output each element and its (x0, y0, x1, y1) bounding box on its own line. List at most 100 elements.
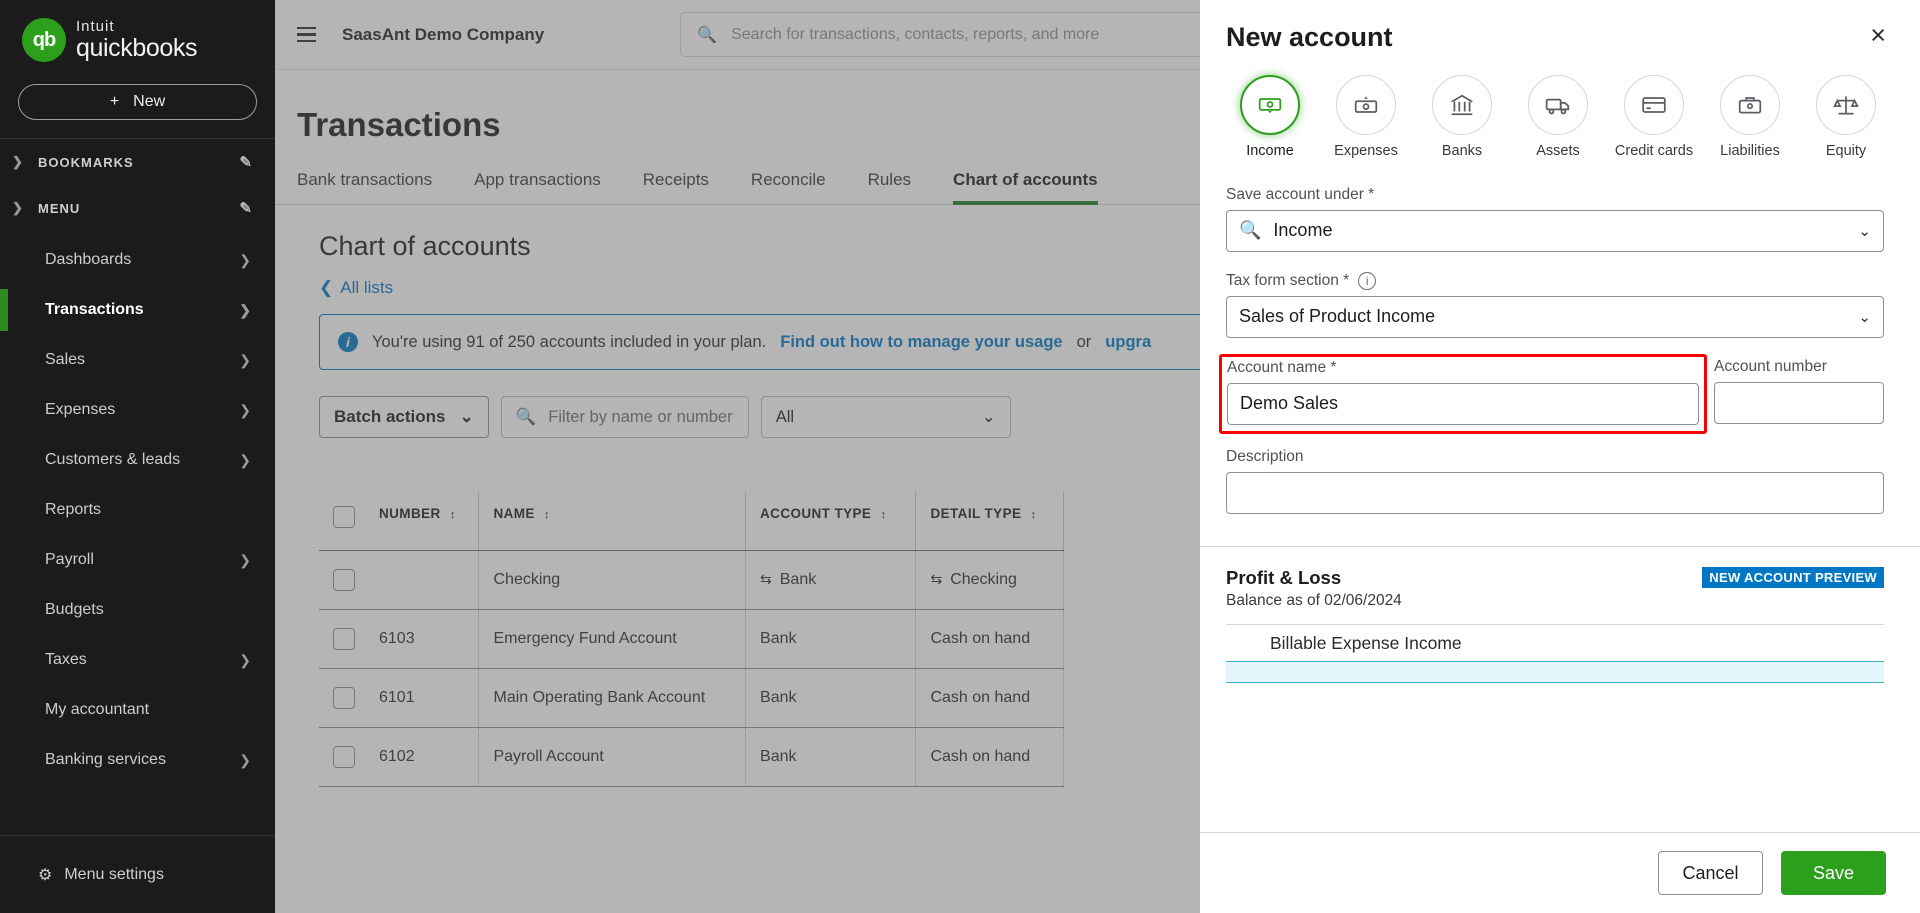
account-filter-select[interactable]: All ⌄ (760, 396, 1011, 438)
tab-receipts[interactable]: Receipts (643, 170, 709, 204)
profit-loss-preview: Profit & Loss Balance as of 02/06/2024 N… (1200, 545, 1920, 832)
tab-app-transactions[interactable]: App transactions (474, 170, 601, 204)
account-number-input[interactable] (1714, 381, 1884, 424)
save-account-under-input[interactable]: 🔍 Income ⌄ (1226, 209, 1884, 252)
sidebar-item-label: Budgets (45, 601, 104, 618)
sidebar-item-expenses[interactable]: Expenses ❯ (0, 385, 275, 435)
chevron-down-icon[interactable]: ⌄ (1858, 222, 1871, 240)
table-row[interactable]: 6103 Emergency Fund Account Bank Cash on… (319, 609, 1064, 669)
account-name-label: Account name * (1227, 358, 1337, 376)
account-type-assets[interactable]: Assets (1514, 75, 1602, 160)
all-lists-link[interactable]: ❮ All lists (319, 278, 393, 298)
col-detail-type-label: DETAIL TYPE (930, 506, 1022, 521)
table-row[interactable]: 6102 Payroll Account Bank Cash on hand (319, 727, 1064, 787)
table-header-row: NUMBER ↕ NAME ↕ ACCOUNT TYPE ↕ DETAIL TY… (319, 492, 1064, 551)
tax-form-section-group: Tax form section * i Sales of Product In… (1226, 271, 1884, 338)
chart-of-accounts-table: NUMBER ↕ NAME ↕ ACCOUNT TYPE ↕ DETAIL TY… (319, 492, 1064, 787)
sidebar-section-bookmarks[interactable]: ❯ BOOKMARKS ✎ (0, 139, 275, 185)
account-name-input[interactable]: Demo Sales (1227, 382, 1699, 425)
edit-bookmarks-pencil-icon[interactable]: ✎ (239, 153, 253, 171)
new-account-highlight-row (1226, 661, 1884, 684)
row-checkbox[interactable] (333, 746, 355, 768)
cell-account-type-label: Bank (779, 571, 817, 588)
account-type-credit-cards[interactable]: Credit cards (1610, 75, 1698, 160)
chevron-down-icon[interactable]: ⌄ (1858, 308, 1871, 326)
profit-loss-header: Profit & Loss Balance as of 02/06/2024 N… (1226, 566, 1884, 610)
batch-actions-button[interactable]: Batch actions ⌄ (319, 396, 489, 438)
bank-building-icon (1432, 75, 1492, 135)
account-type-banks[interactable]: Banks (1418, 75, 1506, 160)
sidebar-item-label: Payroll (45, 551, 94, 568)
expenses-bill-icon (1336, 75, 1396, 135)
save-button[interactable]: Save (1781, 851, 1886, 895)
batch-actions-label: Batch actions (334, 407, 446, 426)
cell-account-type: ⇆ Bank (745, 550, 917, 610)
account-type-label: Income (1246, 143, 1294, 159)
cell-detail-type: Cash on hand (915, 727, 1064, 787)
account-type-label: Liabilities (1720, 143, 1780, 159)
row-checkbox[interactable] (333, 687, 355, 709)
search-icon: 🔍 (1239, 220, 1262, 241)
table-row[interactable]: Checking ⇆ Bank ⇆ Checking (319, 550, 1064, 610)
sidebar-item-banking-services[interactable]: Banking services ❯ (0, 735, 275, 785)
row-select-cell (319, 668, 365, 728)
upgrade-link[interactable]: upgra (1105, 333, 1151, 352)
account-type-equity[interactable]: Equity (1802, 75, 1890, 160)
cell-account-type: Bank (745, 727, 917, 787)
col-name[interactable]: NAME ↕ (478, 492, 747, 551)
tab-chart-of-accounts[interactable]: Chart of accounts (953, 170, 1098, 205)
usage-banner-middle: or (1076, 332, 1092, 351)
cancel-button[interactable]: Cancel (1658, 851, 1763, 895)
profit-loss-title: Profit & Loss (1226, 566, 1342, 588)
sidebar-item-dashboards[interactable]: Dashboards ❯ (0, 235, 275, 285)
cell-name: Payroll Account (478, 727, 747, 787)
sidebar-item-label: Customers & leads (45, 451, 181, 468)
tab-bank-transactions[interactable]: Bank transactions (297, 170, 432, 204)
sidebar-item-payroll[interactable]: Payroll ❯ (0, 535, 275, 585)
sidebar-item-label: My accountant (45, 701, 150, 718)
row-checkbox[interactable] (333, 628, 355, 650)
sidebar-item-sales[interactable]: Sales ❯ (0, 335, 275, 385)
col-account-type[interactable]: ACCOUNT TYPE ↕ (745, 492, 917, 551)
account-type-income[interactable]: Income (1226, 75, 1314, 160)
col-detail-type[interactable]: DETAIL TYPE ↕ (915, 492, 1064, 551)
table-row[interactable]: 6101 Main Operating Bank Account Bank Ca… (319, 668, 1064, 728)
new-button[interactable]: + New (18, 84, 257, 120)
col-account-type-label: ACCOUNT TYPE (760, 506, 872, 521)
scale-icon (1816, 75, 1876, 135)
select-all-checkbox[interactable] (333, 506, 355, 528)
description-input[interactable] (1226, 471, 1884, 514)
account-type-selector: Income Expenses Banks Assets Credit card… (1200, 53, 1920, 160)
chevron-down-icon: ⌄ (981, 408, 996, 426)
tab-rules[interactable]: Rules (868, 170, 911, 204)
row-select-cell (319, 609, 365, 669)
sidebar-section-menu[interactable]: ❯ MENU ✎ (0, 185, 275, 231)
sidebar-toggle-icon[interactable] (297, 26, 316, 43)
bookmarks-label: BOOKMARKS (38, 154, 134, 170)
edit-menu-pencil-icon[interactable]: ✎ (239, 199, 253, 217)
filter-by-name-input[interactable]: 🔍 Filter by name or number (500, 396, 749, 438)
account-type-expenses[interactable]: Expenses (1322, 75, 1410, 160)
col-number[interactable]: NUMBER ↕ (365, 492, 480, 551)
cell-number: 6102 (365, 727, 480, 787)
sidebar-item-my-accountant[interactable]: My accountant (0, 685, 275, 735)
quickbooks-logo-icon (22, 18, 66, 62)
tab-reconcile[interactable]: Reconcile (751, 170, 826, 204)
cell-name: Checking (478, 550, 747, 610)
sidebar-item-customers-leads[interactable]: Customers & leads ❯ (0, 435, 275, 485)
account-type-label: Equity (1825, 143, 1867, 159)
close-icon[interactable]: × (1870, 22, 1886, 49)
account-type-label: Assets (1536, 143, 1580, 159)
account-type-liabilities[interactable]: Liabilities (1706, 75, 1794, 160)
sidebar-item-budgets[interactable]: Budgets (0, 585, 275, 635)
info-icon[interactable]: i (1358, 271, 1377, 290)
description-label: Description (1226, 447, 1304, 465)
sidebar-item-reports[interactable]: Reports (0, 485, 275, 535)
menu-settings-button[interactable]: ⚙ Menu settings (0, 835, 275, 913)
row-checkbox[interactable] (333, 569, 355, 591)
tax-form-section-select[interactable]: Sales of Product Income ⌄ (1226, 295, 1884, 338)
sidebar-item-transactions[interactable]: Transactions ❯ (0, 285, 275, 335)
col-number-label: NUMBER (379, 506, 441, 521)
sidebar-item-taxes[interactable]: Taxes ❯ (0, 635, 275, 685)
manage-usage-link[interactable]: Find out how to manage your usage (780, 333, 1062, 352)
